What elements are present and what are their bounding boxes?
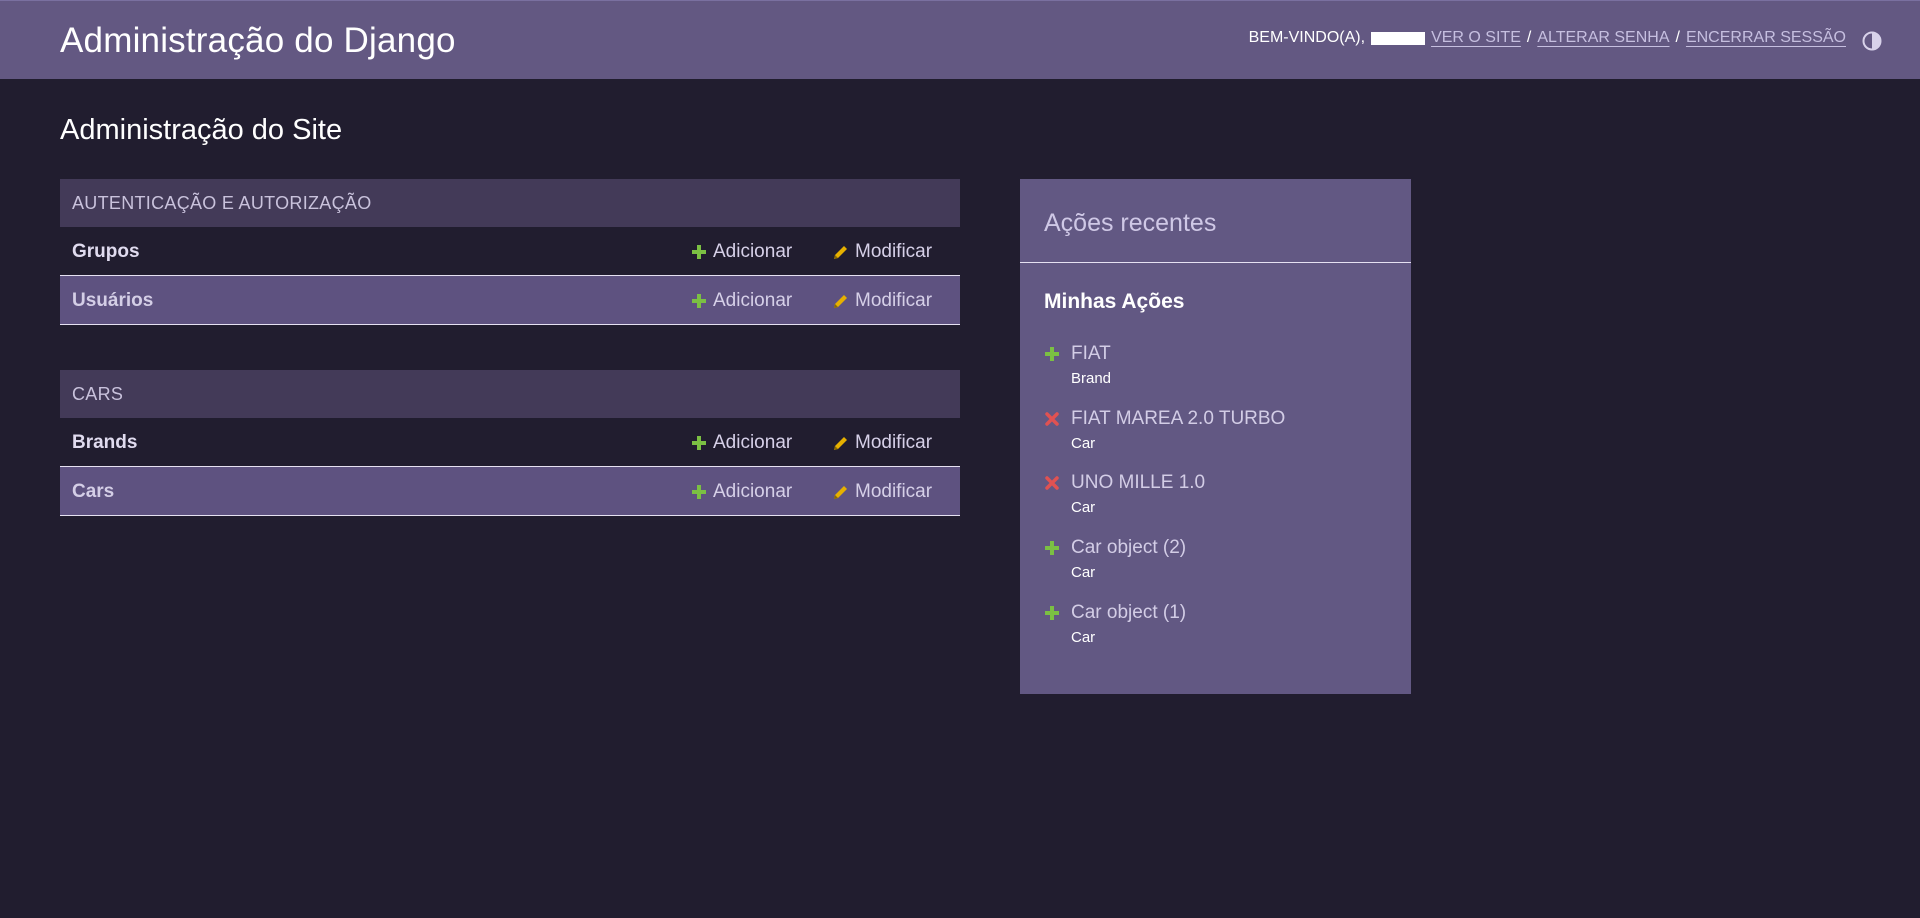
action-type: Car: [1071, 435, 1096, 452]
pencil-icon: [834, 245, 847, 259]
plus-icon: [692, 485, 706, 499]
pencil-icon: [834, 436, 847, 450]
change-label: Modificar: [855, 241, 933, 262]
model-link[interactable]: Cars: [72, 481, 114, 503]
plus-icon: [692, 294, 706, 308]
model-row-groups: Grupos Adicionar Modificar: [60, 227, 960, 276]
action-type: Car: [1071, 564, 1096, 581]
action-type: Brand: [1071, 370, 1112, 387]
change-label: Modificar: [855, 481, 933, 502]
plus-icon: [1045, 606, 1059, 620]
action-link[interactable]: UNO MILLE 1.0: [1071, 472, 1205, 494]
change-link[interactable]: Modificar: [832, 481, 932, 503]
change-label: Modificar: [855, 290, 933, 311]
app-module-auth: AUTENTICAÇÃO E AUTORIZAÇÃO Grupos Adicio…: [60, 179, 960, 325]
delete-icon: [1045, 412, 1059, 426]
app-caption[interactable]: CARS: [60, 370, 960, 418]
add-label: Adicionar: [713, 432, 793, 453]
action-link[interactable]: FIAT: [1071, 343, 1111, 365]
header: Administração do Django BEM-VINDO(A), VE…: [0, 0, 1920, 79]
model-link[interactable]: Usuários: [72, 290, 153, 312]
add-link[interactable]: Adicionar: [691, 241, 792, 263]
view-site-link[interactable]: VER O SITE: [1431, 29, 1521, 47]
change-link[interactable]: Modificar: [832, 241, 932, 263]
model-link[interactable]: Grupos: [72, 241, 140, 263]
change-password-link[interactable]: ALTERAR SENHA: [1537, 29, 1669, 47]
app-module-cars: CARS Brands Adicionar Modificar Cars Adi…: [60, 370, 960, 516]
action-link[interactable]: Car object (1): [1071, 602, 1186, 624]
model-row-cars: Cars Adicionar Modificar: [60, 467, 960, 516]
add-label: Adicionar: [713, 290, 793, 311]
divider: [1020, 262, 1411, 263]
recent-actions-title: Ações recentes: [1044, 209, 1217, 237]
page-title: Administração do Site: [60, 114, 343, 146]
separator: /: [1675, 29, 1680, 46]
my-actions-title: Minhas Ações: [1044, 290, 1185, 313]
change-label: Modificar: [855, 432, 933, 453]
app-caption[interactable]: AUTENTICAÇÃO E AUTORIZAÇÃO: [60, 179, 960, 227]
change-link[interactable]: Modificar: [832, 290, 932, 312]
add-link[interactable]: Adicionar: [691, 481, 792, 503]
user-tools: BEM-VINDO(A), VER O SITE / ALTERAR SENHA…: [1249, 29, 1846, 47]
plus-icon: [692, 436, 706, 450]
action-link[interactable]: FIAT MAREA 2.0 TURBO: [1071, 408, 1285, 430]
username-redacted: [1371, 31, 1426, 45]
action-link[interactable]: Car object (2): [1071, 537, 1186, 559]
separator: /: [1526, 29, 1532, 46]
model-row-brands: Brands Adicionar Modificar: [60, 418, 960, 467]
pencil-icon: [834, 485, 847, 499]
pencil-icon: [834, 294, 847, 308]
action-type: Car: [1071, 629, 1096, 646]
add-link[interactable]: Adicionar: [691, 290, 792, 312]
plus-icon: [1045, 347, 1059, 361]
add-link[interactable]: Adicionar: [691, 432, 792, 454]
welcome-text: BEM-VINDO(A),: [1248, 29, 1366, 46]
logout-link[interactable]: ENCERRAR SESSÃO: [1686, 29, 1846, 47]
action-type: Car: [1071, 499, 1096, 516]
plus-icon: [692, 245, 706, 259]
change-link[interactable]: Modificar: [832, 432, 932, 454]
add-label: Adicionar: [713, 241, 793, 262]
model-link[interactable]: Brands: [72, 432, 137, 454]
delete-icon: [1045, 476, 1059, 490]
model-row-users: Usuários Adicionar Modificar: [60, 276, 960, 325]
theme-toggle-icon[interactable]: [1862, 31, 1882, 51]
add-label: Adicionar: [713, 481, 793, 502]
recent-actions-panel: Ações recentes Minhas Ações FIAT Brand F…: [1020, 179, 1411, 694]
plus-icon: [1045, 541, 1059, 555]
site-name[interactable]: Administração do Django: [60, 21, 456, 61]
